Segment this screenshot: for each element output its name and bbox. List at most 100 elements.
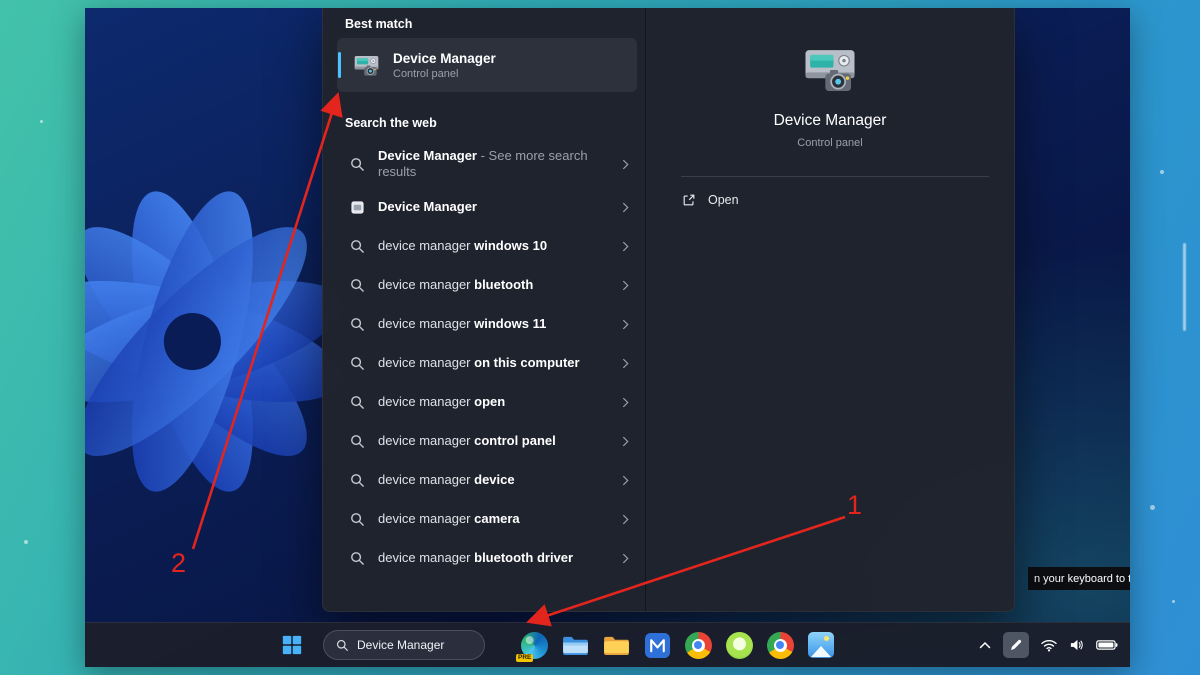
chevron-right-icon (622, 159, 629, 170)
search-suggestion-row[interactable]: device manager open (323, 383, 645, 422)
pre-badge: PRE (516, 654, 533, 662)
search-icon (349, 473, 365, 488)
sparkle (40, 120, 43, 123)
suggestion-text: device manager control panel (378, 433, 609, 449)
search-suggestion-row[interactable]: device manager control panel (323, 422, 645, 461)
taskbar-app-green[interactable] (724, 630, 754, 660)
search-icon (336, 639, 349, 652)
sparkle (1172, 600, 1175, 603)
taskbar-search-value: Device Manager (357, 638, 444, 652)
selection-accent-bar (338, 52, 341, 78)
tray-chevron-up[interactable] (979, 641, 991, 649)
suggestion-text: device manager windows 10 (378, 238, 609, 254)
chevron-right-icon (622, 475, 629, 486)
search-icon (349, 239, 365, 254)
chevron-right-icon (622, 319, 629, 330)
file-explorer-icon (562, 635, 589, 656)
suggestion-text: Device Manager (378, 199, 609, 215)
tray-pen-button[interactable] (1003, 632, 1029, 658)
chevron-right-icon (622, 397, 629, 408)
volume-icon[interactable] (1069, 638, 1084, 652)
suggestion-text: device manager device (378, 472, 609, 488)
battery-icon[interactable] (1096, 639, 1118, 651)
blue-m-icon (644, 632, 671, 659)
photos-icon (808, 632, 834, 658)
chrome-icon (767, 632, 794, 659)
search-icon (349, 317, 365, 332)
suggestion-text: device manager bluetooth (378, 277, 609, 293)
windows-logo-icon (281, 634, 303, 656)
preview-title: Device Manager (646, 112, 1014, 130)
device-manager-icon (353, 52, 380, 79)
pen-icon (1009, 638, 1023, 652)
search-icon (349, 278, 365, 293)
search-suggestion-row[interactable]: device manager device (323, 461, 645, 500)
search-icon (349, 551, 365, 566)
chevron-right-icon (622, 241, 629, 252)
suggestion-text: device manager on this computer (378, 355, 609, 371)
suggestion-text: device manager open (378, 394, 609, 410)
taskbar-app-folder[interactable] (601, 630, 631, 660)
suggestion-text: device manager camera (378, 511, 609, 527)
search-icon (349, 356, 365, 371)
search-suggestion-row[interactable]: device manager bluetooth driver (323, 539, 645, 578)
suggestion-text: Device Manager - See more search results (378, 148, 590, 181)
search-suggestion-row[interactable]: Device Manager (323, 188, 645, 227)
chrome-icon (685, 632, 712, 659)
start-button[interactable] (275, 628, 309, 662)
search-icon (349, 434, 365, 449)
device-manager-icon (802, 42, 858, 98)
web-suggestions-list: Device Manager - See more search results… (323, 140, 645, 578)
taskbar-search-box[interactable]: Device Manager (323, 630, 485, 660)
chevron-up-icon (979, 641, 991, 649)
system-tray (979, 623, 1118, 667)
search-results-column: Best match (323, 8, 646, 611)
chevron-right-icon (622, 514, 629, 525)
green-app-icon (726, 632, 753, 659)
taskbar-app-blue-m[interactable] (642, 630, 672, 660)
search-suggestion-row[interactable]: device manager windows 11 (323, 305, 645, 344)
chevron-right-icon (622, 280, 629, 291)
best-match-title: Device Manager (393, 51, 496, 66)
divider (681, 176, 989, 177)
chevron-right-icon (622, 358, 629, 369)
taskbar-app-photos[interactable] (806, 630, 836, 660)
search-suggestion-row[interactable]: device manager camera (323, 500, 645, 539)
preview-subtitle: Control panel (646, 137, 1014, 149)
best-match-item[interactable]: Device Manager Control panel (337, 38, 637, 92)
search-icon (349, 395, 365, 410)
folder-icon (603, 635, 630, 656)
taskbar-app-chrome-2[interactable] (765, 630, 795, 660)
search-suggestion-row[interactable]: device manager bluetooth (323, 266, 645, 305)
suggestion-text: device manager windows 11 (378, 316, 609, 332)
open-external-icon (682, 193, 696, 207)
sparkle (24, 540, 28, 544)
best-match-subtitle: Control panel (393, 68, 496, 80)
sparkle (1183, 243, 1186, 331)
search-the-web-header: Search the web (345, 116, 437, 130)
chevron-right-icon (622, 553, 629, 564)
search-suggestion-row[interactable]: device manager on this computer (323, 344, 645, 383)
start-search-panel: Best match (322, 8, 1015, 612)
open-label: Open (708, 193, 739, 207)
search-icon (349, 512, 365, 527)
taskbar-app-edge[interactable]: PRE (519, 630, 549, 660)
keyboard-tooltip: n your keyboard to t (1028, 567, 1130, 590)
search-suggestion-row[interactable]: Device Manager - See more search results (323, 140, 645, 188)
sparkle (1160, 170, 1164, 174)
screenshot-window: n your keyboard to t Best match (85, 8, 1130, 667)
taskbar-app-file-explorer[interactable] (560, 630, 590, 660)
taskbar-apps: Device Manager PRE (275, 623, 836, 667)
preview-panel: Device Manager Control panel Open (646, 8, 1014, 611)
search-suggestion-row[interactable]: device manager windows 10 (323, 227, 645, 266)
best-match-header: Best match (345, 17, 412, 31)
search-icon (349, 157, 365, 172)
best-match-text: Device Manager Control panel (393, 51, 496, 80)
app-icon (349, 200, 365, 215)
chevron-right-icon (622, 436, 629, 447)
taskbar-app-chrome[interactable] (683, 630, 713, 660)
chevron-right-icon (622, 202, 629, 213)
open-action[interactable]: Open (682, 193, 739, 207)
wifi-icon[interactable] (1041, 639, 1057, 652)
suggestion-text: device manager bluetooth driver (378, 550, 609, 566)
